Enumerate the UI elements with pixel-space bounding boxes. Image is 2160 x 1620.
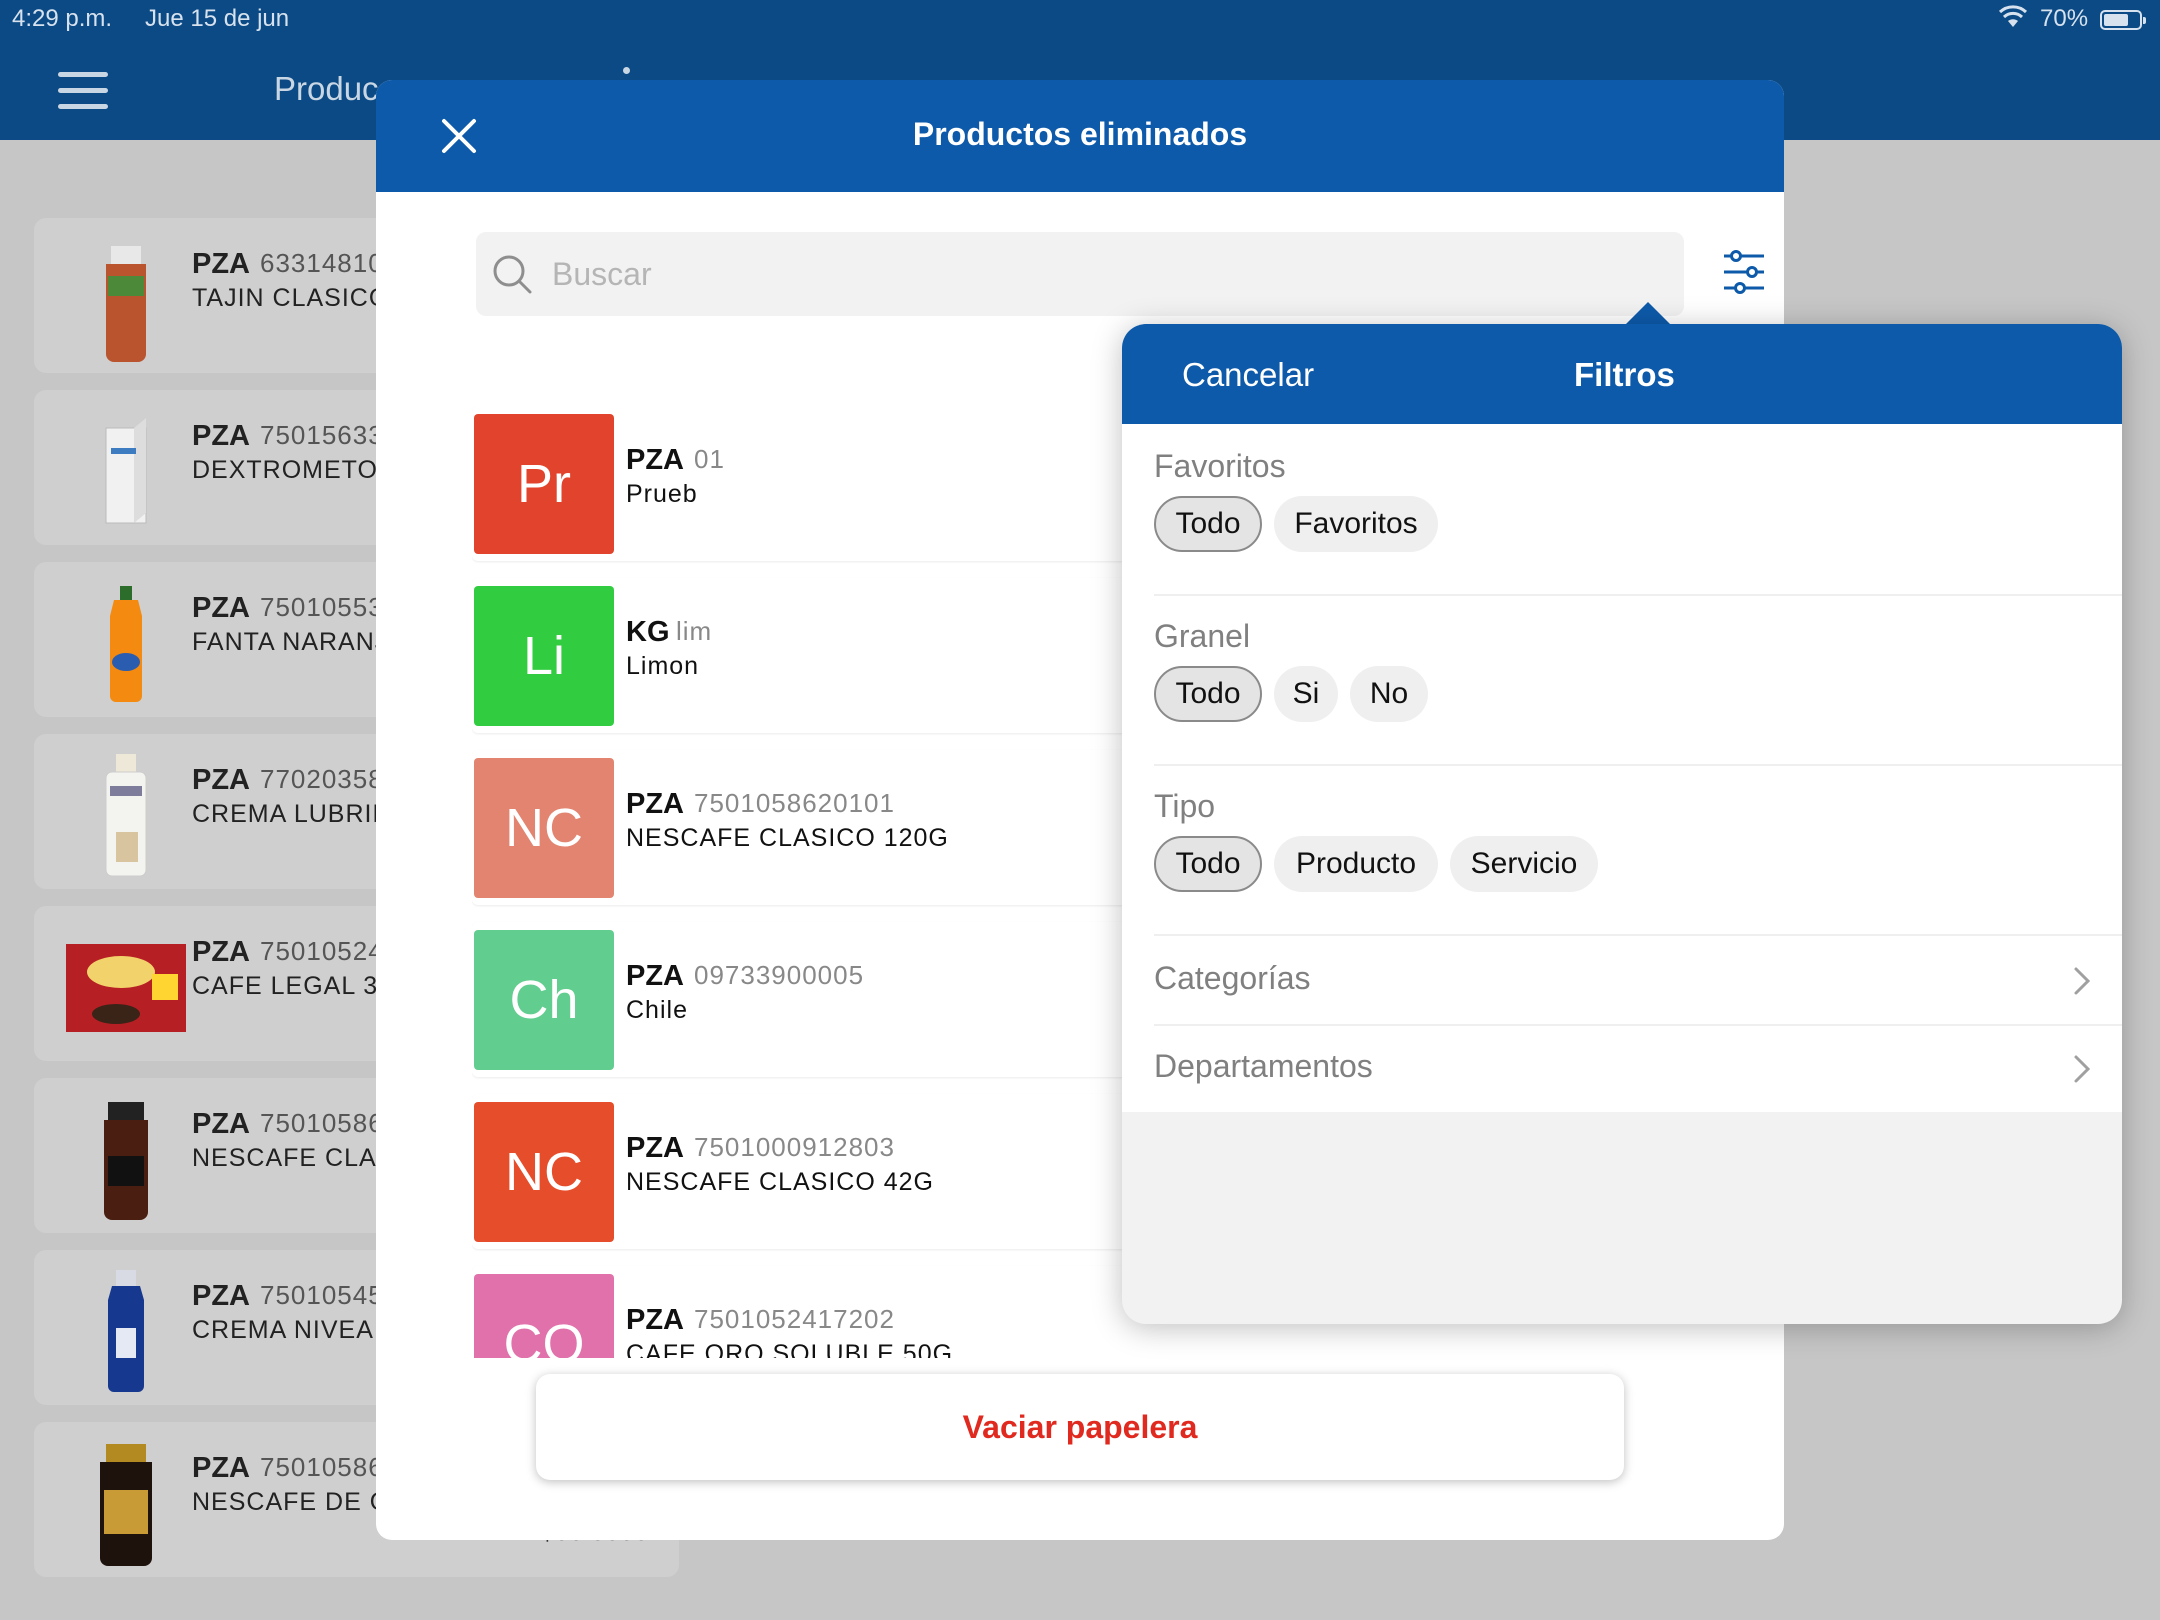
- filters-header: Cancelar Filtros: [1122, 324, 2122, 424]
- product-code: 63314810: [260, 248, 384, 278]
- filters-popover: Cancelar Filtros Favoritos Todo Favorito…: [1122, 324, 2122, 1324]
- divider: [1154, 594, 2122, 596]
- status-time: 4:29 p.m.: [12, 5, 113, 32]
- product-code: 01: [694, 444, 725, 474]
- battery-level: [2104, 14, 2128, 26]
- product-unit: PZA: [192, 1452, 250, 1484]
- status-date: Jue 15 de jun: [145, 5, 290, 32]
- product-code: 09733900005: [694, 960, 865, 990]
- product-unit: PZA: [192, 1108, 250, 1140]
- departamentos-row[interactable]: Departamentos: [1122, 1024, 2122, 1112]
- product-code: 75010586: [260, 1452, 384, 1482]
- product-unit: PZA: [192, 592, 250, 624]
- tipo-label: Tipo: [1154, 788, 1216, 824]
- product-unit: PZA: [626, 1304, 684, 1336]
- product-name: TAJIN CLASICO: [192, 284, 390, 312]
- departamentos-label: Departamentos: [1154, 1048, 1373, 1084]
- product-unit: PZA: [626, 1132, 684, 1164]
- product-unit: PZA: [626, 788, 684, 820]
- battery-percent: 70%: [2040, 5, 2089, 32]
- empty-trash-button[interactable]: Vaciar papelera: [536, 1374, 1624, 1480]
- product-image: [104, 1102, 148, 1220]
- modal-title: Productos eliminados: [912, 116, 1248, 152]
- product-name: NESCAFE CLASICO 120G: [626, 824, 949, 852]
- granel-chip-si[interactable]: Si: [1274, 666, 1338, 722]
- product-code: 75015633: [260, 420, 384, 450]
- favoritos-label: Favoritos: [1154, 448, 1286, 484]
- filters-body: Favoritos Todo Favoritos Granel Todo Si …: [1122, 424, 2122, 1112]
- product-unit: PZA: [192, 1280, 250, 1312]
- product-code: 7501058620101: [694, 788, 895, 818]
- product-initials-avatar: Ch: [474, 930, 614, 1070]
- product-name: CAFE LEGAL 30: [192, 972, 394, 1000]
- wifi-icon: [1998, 5, 2028, 27]
- product-unit: PZA: [626, 444, 684, 476]
- product-unit: KG: [626, 616, 670, 648]
- product-name: DEXTROMETOR: [192, 456, 397, 484]
- tipo-chip-servicio[interactable]: Servicio: [1450, 836, 1598, 892]
- product-initials-avatar: NC: [474, 758, 614, 898]
- product-name: Prueb: [626, 480, 698, 508]
- popover-arrow: [1624, 302, 1672, 326]
- product-name: CREMA LUBRID: [192, 800, 392, 828]
- product-initials-avatar: CO: [474, 1274, 614, 1358]
- product-unit: PZA: [192, 248, 250, 280]
- product-image: [105, 754, 147, 877]
- product-name: NESCAFE DE O: [192, 1488, 391, 1516]
- product-unit: PZA: [192, 764, 250, 796]
- product-name: NESCAFE CLASICO 42G: [626, 1168, 934, 1196]
- product-initials-avatar: NC: [474, 1102, 614, 1242]
- product-code: lim: [676, 616, 713, 646]
- product-code: 75010553: [260, 592, 384, 622]
- cancel-button[interactable]: Cancelar: [1182, 356, 1314, 394]
- categorias-row[interactable]: Categorías: [1122, 936, 2122, 1024]
- product-code: 75010524: [260, 936, 384, 966]
- product-image: [110, 586, 142, 702]
- product-name: CAFE ORO SOLUBLE 50G: [626, 1340, 954, 1358]
- favoritos-chip-favoritos[interactable]: Favoritos: [1274, 496, 1438, 552]
- modal-header: Productos eliminados: [376, 80, 1784, 192]
- product-image: [66, 944, 186, 1032]
- tipo-chip-producto[interactable]: Producto: [1274, 836, 1438, 892]
- product-unit: PZA: [192, 936, 250, 968]
- search-bar: [476, 232, 1764, 316]
- filter-sliders-icon[interactable]: [1716, 244, 1772, 300]
- product-initials-avatar: Li: [474, 586, 614, 726]
- divider: [1154, 764, 2122, 766]
- granel-chip-no[interactable]: No: [1350, 666, 1428, 722]
- product-name: Limon: [626, 652, 700, 680]
- product-name: NESCAFE CLAS: [192, 1144, 395, 1172]
- product-initials-avatar: Pr: [474, 414, 614, 554]
- product-name: FANTA NARANJ: [192, 628, 389, 656]
- battery-icon: [2100, 10, 2146, 30]
- product-image: [106, 246, 146, 362]
- product-name: Chile: [626, 996, 688, 1024]
- chevron-right-icon: [2074, 1055, 2091, 1083]
- product-image: [105, 418, 147, 524]
- favoritos-chip-todo[interactable]: Todo: [1154, 496, 1262, 552]
- product-image: [100, 1444, 152, 1566]
- product-name: CREMA NIVEA: [192, 1316, 374, 1344]
- status-bar: 4:29 p.m. Jue 15 de jun 70%: [0, 0, 2160, 40]
- filters-title: Filtros: [1574, 356, 1675, 393]
- product-image: [108, 1270, 144, 1392]
- search-icon: [493, 255, 532, 294]
- search-input[interactable]: [552, 248, 1452, 300]
- product-unit: PZA: [192, 420, 250, 452]
- background-title-fragment: [623, 67, 630, 74]
- product-code: 77020358: [260, 764, 384, 794]
- product-code: 75010586: [260, 1108, 384, 1138]
- menu-icon[interactable]: [58, 72, 108, 110]
- product-code: 75010545: [260, 1280, 384, 1310]
- granel-chip-todo[interactable]: Todo: [1154, 666, 1262, 722]
- product-unit: PZA: [626, 960, 684, 992]
- chevron-right-icon: [2074, 967, 2091, 995]
- product-code: 7501000912803: [694, 1132, 895, 1162]
- categorias-label: Categorías: [1154, 960, 1311, 996]
- tipo-chip-todo[interactable]: Todo: [1154, 836, 1262, 892]
- product-code: 7501052417202: [694, 1304, 895, 1334]
- background-title: Produc: [274, 70, 379, 107]
- granel-label: Granel: [1154, 618, 1251, 654]
